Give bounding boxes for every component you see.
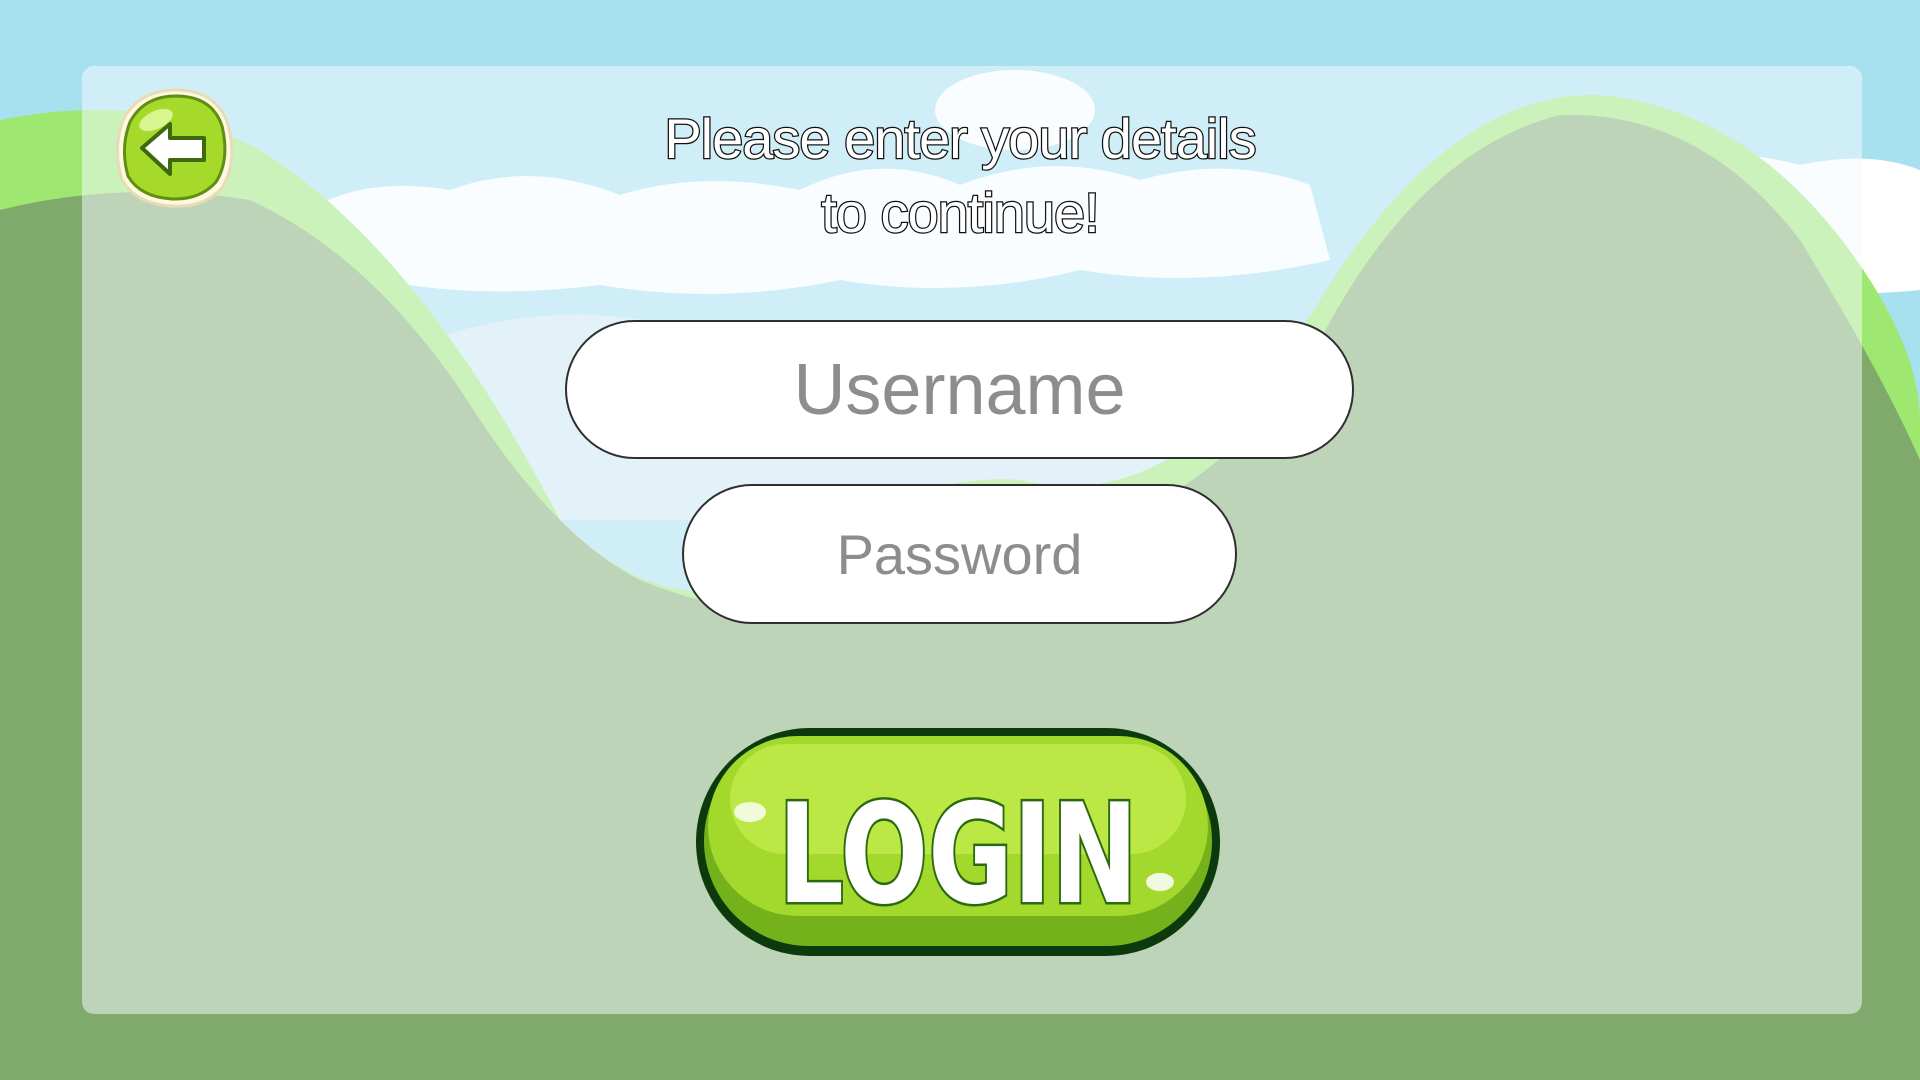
login-button[interactable]: LOGIN	[690, 722, 1226, 962]
username-input[interactable]	[565, 320, 1354, 459]
password-input[interactable]	[682, 484, 1237, 624]
prompt-heading: Please enter your details to continue!	[560, 102, 1360, 250]
back-button[interactable]	[112, 84, 240, 212]
login-label: LOGIN	[778, 774, 1138, 935]
prompt-line-2: to continue!	[820, 180, 1101, 246]
arrow-left-icon	[115, 88, 234, 208]
prompt-line-1: Please enter your details	[663, 106, 1258, 172]
